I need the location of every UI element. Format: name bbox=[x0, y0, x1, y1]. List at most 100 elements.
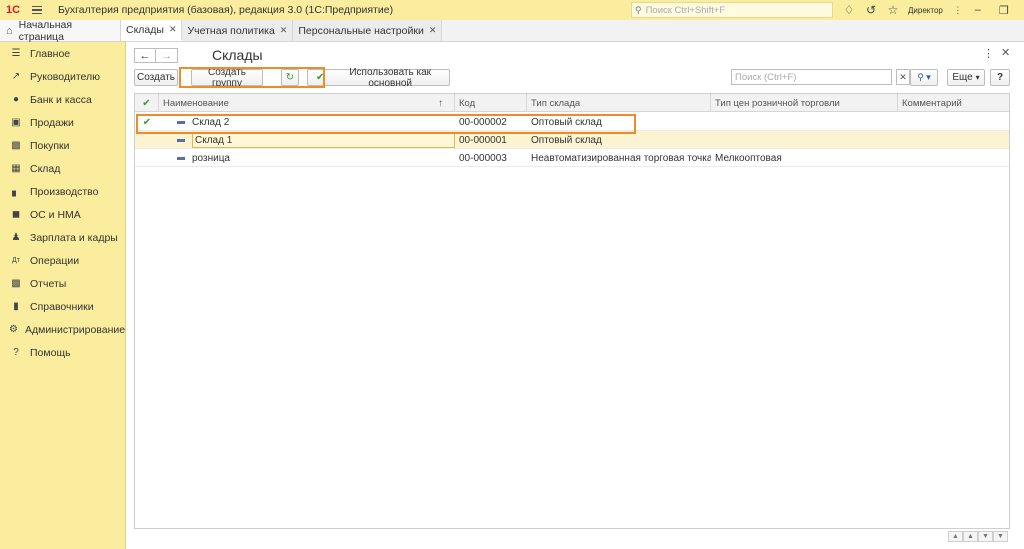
use-as-main-button[interactable]: ✔ Использовать как основной bbox=[307, 67, 450, 89]
sidebar-item-label: Продажи bbox=[30, 116, 74, 129]
column-header-comment[interactable]: Комментарий bbox=[898, 94, 1009, 112]
sidebar-item-main[interactable]: ☰ Главное bbox=[0, 42, 125, 65]
price-type-cell: Мелкооптовая bbox=[715, 152, 782, 164]
price-type-cell bbox=[711, 131, 898, 149]
table-header: ✔ Наименование Код Тип склада Тип цен ро… bbox=[135, 94, 1009, 112]
code-cell: 00-000003 bbox=[459, 152, 507, 164]
scroll-up-button[interactable]: ▲ bbox=[963, 531, 978, 542]
main-menu-icon[interactable] bbox=[26, 5, 48, 15]
tab-warehouses[interactable]: Склады ✕ bbox=[121, 20, 183, 41]
column-header-type[interactable]: Тип склада bbox=[527, 94, 711, 112]
tab-personal-settings[interactable]: Персональные настройки ✕ bbox=[293, 20, 443, 41]
tab-home[interactable]: ⌂ Начальная страница bbox=[0, 19, 121, 43]
comment-cell bbox=[898, 131, 1009, 149]
main-flag-header[interactable]: ✔ bbox=[135, 94, 159, 112]
person-icon: ♟ bbox=[11, 232, 21, 243]
global-search-placeholder: Поиск Ctrl+Shift+F bbox=[645, 4, 726, 16]
table-row[interactable]: розница 00-000003 Неавтоматизированная т… bbox=[135, 149, 1009, 167]
sidebar-item-label: Банк и касса bbox=[30, 93, 92, 106]
up-icon: ▲ bbox=[967, 533, 974, 540]
down-icon: ▼ bbox=[982, 533, 989, 540]
back-button[interactable]: ← bbox=[134, 48, 156, 63]
factory-icon: ▖ bbox=[12, 186, 20, 197]
sidebar-item-bank[interactable]: ● Банк и касса bbox=[0, 88, 125, 111]
user-name[interactable]: Директор bbox=[908, 6, 943, 15]
coin-icon: ● bbox=[12, 94, 20, 105]
close-tab-icon[interactable]: ✕ bbox=[280, 25, 288, 36]
sidebar-item-label: Склад bbox=[30, 162, 61, 175]
sidebar-item-sales[interactable]: ▣ Продажи bbox=[0, 111, 125, 134]
highlight-frame-button bbox=[179, 67, 325, 88]
arrow-right-icon: → bbox=[161, 49, 172, 62]
bell-icon[interactable]: ♢ bbox=[838, 3, 860, 17]
app-title: Бухгалтерия предприятия (базовая), редак… bbox=[58, 4, 394, 16]
sidebar-item-admin[interactable]: ⚙ Администрирование bbox=[0, 318, 125, 341]
double-down-icon: ▼ bbox=[997, 533, 1004, 540]
star-icon[interactable]: ☆ bbox=[882, 3, 904, 17]
close-window-icon[interactable]: ✕ bbox=[1017, 4, 1024, 17]
dtkt-icon: Дт bbox=[12, 257, 20, 264]
sidebar-item-label: Руководителю bbox=[30, 70, 101, 83]
close-tab-icon[interactable]: ✕ bbox=[169, 24, 177, 35]
price-type-cell bbox=[711, 113, 898, 131]
search-options-button[interactable]: ⚲ ▾ bbox=[910, 69, 938, 86]
sidebar-item-operations[interactable]: Дт Операции bbox=[0, 249, 125, 272]
close-tab-icon[interactable]: ✕ bbox=[429, 25, 437, 36]
name-cell: розница bbox=[159, 149, 455, 167]
gear-icon: ⚙ bbox=[9, 324, 18, 335]
titlebar-icons: ♢ ↺ ☆ Директор ⋮ – ❐ ✕ bbox=[838, 0, 1024, 20]
column-header-name[interactable]: Наименование bbox=[159, 94, 455, 112]
comment-cell bbox=[898, 149, 1009, 167]
history-icon[interactable]: ↺ bbox=[860, 3, 882, 17]
sidebar-item-label: Отчеты bbox=[30, 277, 67, 290]
restore-icon[interactable]: ❐ bbox=[991, 4, 1017, 17]
check-icon: ✔ bbox=[142, 97, 151, 109]
sidebar-item-label: Справочники bbox=[30, 300, 94, 313]
sidebar-item-manager[interactable]: ↗ Руководителю bbox=[0, 65, 125, 88]
clear-search-icon[interactable]: ✕ bbox=[896, 69, 910, 85]
kebab-menu-icon[interactable]: ⋮ bbox=[951, 5, 965, 16]
sidebar-item-label: ОС и НМА bbox=[30, 208, 81, 221]
sidebar-item-production[interactable]: ▖ Производство bbox=[0, 180, 125, 203]
sidebar-item-assets[interactable]: ◼ ОС и НМА bbox=[0, 203, 125, 226]
column-header-code[interactable]: Код bbox=[455, 94, 527, 112]
sidebar-item-warehouse[interactable]: ▦ Склад bbox=[0, 157, 125, 180]
sidebar-item-help[interactable]: ? Помощь bbox=[0, 341, 125, 364]
scroll-down-button[interactable]: ▼ bbox=[978, 531, 993, 542]
title-bar: 1С Бухгалтерия предприятия (базовая), ре… bbox=[0, 0, 1024, 20]
tab-label: Склады bbox=[126, 23, 164, 36]
list-search-input[interactable]: Поиск (Ctrl+F) bbox=[731, 69, 892, 85]
highlight-frame-row bbox=[136, 114, 636, 134]
close-form-icon[interactable]: ✕ bbox=[1001, 46, 1010, 59]
form-menu-icon[interactable]: ⋮ bbox=[983, 47, 994, 60]
sidebar: ☰ Главное ↗ Руководителю ● Банк и касса ▣ Пр… bbox=[0, 42, 126, 549]
create-button[interactable]: Создать bbox=[134, 69, 178, 86]
item-icon bbox=[177, 156, 185, 160]
global-search-input[interactable]: ⚲ Поиск Ctrl+Shift+F bbox=[631, 2, 833, 18]
search-icon: ⚲ ▾ bbox=[917, 72, 931, 82]
page-title: Склады bbox=[212, 47, 263, 63]
minimize-icon[interactable]: – bbox=[965, 4, 991, 16]
tab-accounting-policy[interactable]: Учетная политика ✕ bbox=[182, 20, 294, 41]
sidebar-item-salary[interactable]: ♟ Зарплата и кадры bbox=[0, 226, 125, 249]
column-header-price-type[interactable]: Тип цен розничной торговли bbox=[711, 94, 898, 112]
tab-bar: ⌂ Начальная страница Склады ✕ Учетная по… bbox=[0, 19, 1024, 43]
scroll-top-button[interactable]: ▲ bbox=[948, 531, 963, 542]
sidebar-item-purchases[interactable]: ▩ Покупки bbox=[0, 134, 125, 157]
scroll-bottom-button[interactable]: ▼ bbox=[993, 531, 1008, 542]
name-text: розница bbox=[192, 152, 230, 164]
home-icon: ⌂ bbox=[6, 24, 13, 37]
question-icon: ? bbox=[13, 347, 19, 358]
book-icon: ▮ bbox=[13, 301, 19, 312]
forward-button[interactable]: → bbox=[156, 48, 178, 63]
sidebar-item-label: Главное bbox=[30, 47, 71, 60]
warehouses-table: ✔ Наименование Код Тип склада Тип цен ро… bbox=[134, 93, 1010, 529]
sidebar-item-reports[interactable]: ▩ Отчеты bbox=[0, 272, 125, 295]
main-flag-cell bbox=[135, 149, 159, 167]
sidebar-item-directories[interactable]: ▮ Справочники bbox=[0, 295, 125, 318]
name-text[interactable]: Склад 1 bbox=[192, 132, 455, 148]
list-search-placeholder: Поиск (Ctrl+F) bbox=[735, 71, 797, 83]
comment-cell bbox=[898, 113, 1009, 131]
help-button[interactable]: ? bbox=[990, 69, 1010, 86]
more-button[interactable]: Еще ▾ bbox=[947, 69, 985, 86]
